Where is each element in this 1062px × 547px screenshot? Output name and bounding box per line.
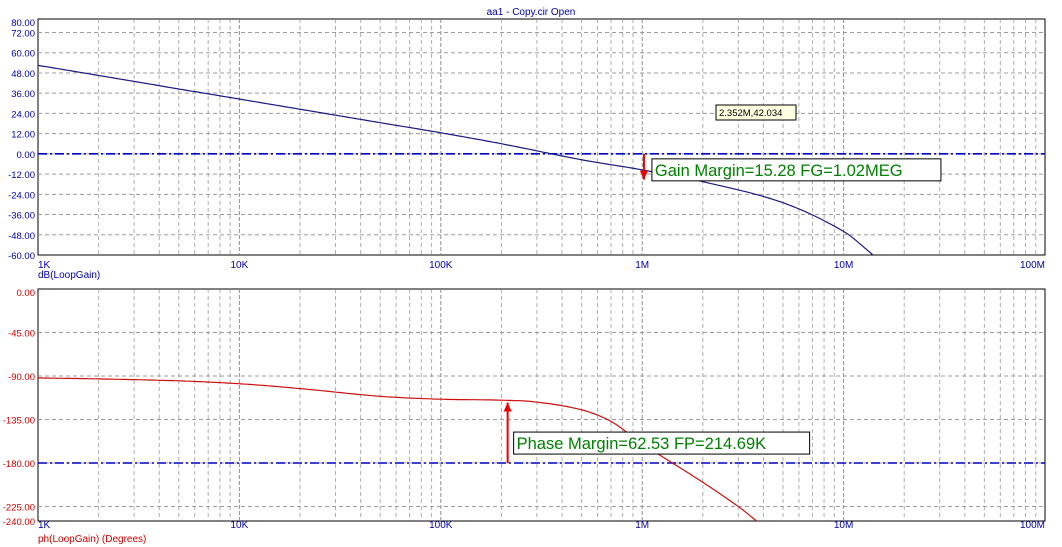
x-tick-label: 10M [834, 260, 853, 271]
plot-frame [37, 288, 1046, 522]
y-tick-label: 36.00 [11, 89, 35, 100]
y-tick-label: 24.00 [11, 109, 35, 120]
x-tick-label: 1M [635, 260, 649, 271]
gain-plot: 80.0072.00 60.00 48.00 36.00 24.00 12.00 0.00 -… [8, 18, 1046, 281]
x-tick-label: 10K [231, 520, 249, 531]
y-tick-label: 0.00 [17, 288, 36, 299]
y-tick-label: 80.00 [11, 18, 35, 29]
x-tick-label: 100K [429, 520, 453, 531]
y-tick-label: 48.00 [11, 69, 35, 80]
plot-frame [37, 18, 1046, 256]
bode-plot-canvas: aa1 - Copy.cir Open 80.0072.00 60.00 48.00 3… [3, 7, 1046, 545]
x-tick-label: 100K [429, 260, 453, 271]
y-tick-label: -12.00 [8, 170, 35, 181]
margin-label: Gain Margin=15.28 FG=1.02MEG [655, 162, 903, 180]
y-tick-label: -60.00 [8, 251, 35, 262]
y-tick-label: -135.00 [3, 416, 35, 427]
x-tick-label: 100M [1020, 260, 1045, 271]
x-tick-label: 100M [1020, 520, 1045, 531]
phase-plot: 0.00 -45.00 -90.00 -135.00 -180.00 -225.00 -24… [3, 288, 1046, 545]
y-axis-label: ph(LoopGain) (Degrees) [38, 534, 146, 545]
x-tick-label: 10M [834, 520, 853, 531]
y-tick-label: -225.00 [3, 503, 35, 514]
y-tick-label: 72.00 [11, 28, 35, 39]
y-tick-label: -240.00 [3, 517, 35, 528]
x-tick-label: 10K [231, 260, 249, 271]
y-tick-label: -45.00 [8, 329, 35, 340]
y-tick-label: -90.00 [8, 372, 35, 383]
y-tick-label: -180.00 [3, 459, 35, 470]
y-tick-label: -48.00 [8, 231, 35, 242]
y-tick-label: 60.00 [11, 49, 35, 60]
probe-window: aa1 - Copy.cir Open 80.00 72.00 60.00 48.00 3… [0, 0, 1062, 547]
y-tick-label: -36.00 [8, 211, 35, 222]
y-tick-label: -24.00 [8, 190, 35, 201]
y-tick-label: 0.00 [17, 150, 36, 161]
window-title: aa1 - Copy.cir Open [487, 7, 576, 18]
y-axis-label: dB(LoopGain) [38, 270, 100, 281]
margin-label: Phase Margin=62.53 FP=214.69K [517, 435, 767, 453]
y-tick-label: 12.00 [11, 130, 35, 141]
cursor-readout: 2.352M,42.034 [719, 108, 782, 119]
x-tick-label: 1M [635, 520, 649, 531]
x-tick-label: 1K [38, 520, 51, 531]
